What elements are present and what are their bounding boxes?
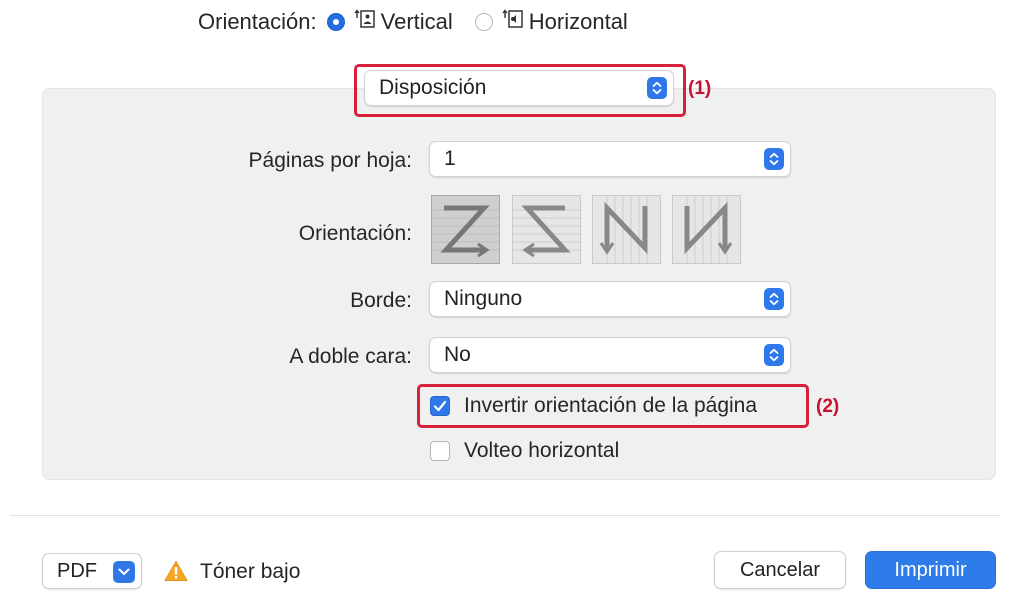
callout-1: (1) [688,78,712,99]
chevron-updown-icon [764,148,784,170]
low-toner-text: Tóner bajo [200,560,301,583]
reverse-orientation-checkbox[interactable] [430,396,450,416]
pdf-label: PDF [57,559,97,582]
chevron-updown-icon [764,344,784,366]
layout-direction-label: Orientación: [298,222,412,245]
horizontal-option-label[interactable]: Horizontal [529,9,628,35]
cancel-button-label: Cancelar [739,558,821,581]
reverse-z-layout-icon[interactable] [512,195,581,264]
reverse-n-layout-icon[interactable] [592,195,661,264]
flip-horizontal-label[interactable]: Volteo horizontal [464,439,619,463]
callout-2: (2) [816,396,840,417]
orientation-label: Orientación: [198,9,317,34]
vertical-option-label[interactable]: Vertical [381,9,453,35]
portrait-orientation-icon [353,9,375,35]
pages-per-sheet-select[interactable]: 1 [429,141,791,177]
cancel-button[interactable]: Cancelar [714,551,846,589]
two-sided-select[interactable]: No [429,337,791,373]
flip-horizontal-checkbox[interactable] [430,441,450,461]
vertical-radio[interactable] [326,13,345,31]
two-sided-value: No [444,343,471,366]
chevron-updown-icon [764,288,784,310]
chevron-down-icon [113,561,135,583]
border-select[interactable]: Ninguno [429,281,791,317]
landscape-orientation-icon [501,9,523,35]
n-layout-icon[interactable] [672,195,741,264]
print-button-label: Imprimir [894,558,967,581]
reverse-orientation-label[interactable]: Invertir orientación de la página [464,394,757,418]
paper-orientation-row: Orientación: Vertical Horizontal [198,8,650,36]
pdf-menu-button[interactable]: PDF [42,553,142,589]
print-button[interactable]: Imprimir [865,551,996,589]
warning-icon [164,560,188,587]
border-label: Borde: [350,289,412,312]
two-sided-label: A doble cara: [289,345,412,368]
z-layout-icon[interactable] [431,195,500,264]
highlight-box-1 [354,64,686,117]
border-value: Ninguno [444,287,523,310]
footer-divider [10,515,1000,516]
horizontal-radio[interactable] [474,13,493,31]
pages-per-sheet-label: Páginas por hoja: [248,149,412,172]
pages-per-sheet-value: 1 [444,147,456,170]
